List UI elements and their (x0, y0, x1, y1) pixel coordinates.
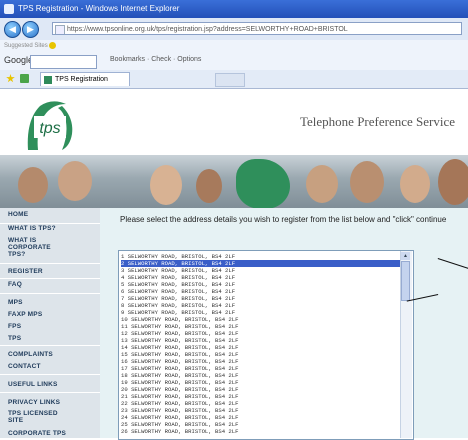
new-tab-button[interactable] (215, 73, 245, 87)
address-option[interactable]: 15 SELWORTHY ROAD, BRISTOL, BS4 2LF (121, 351, 403, 358)
address-option[interactable]: 19 SELWORTHY ROAD, BRISTOL, BS4 2LF (121, 379, 403, 386)
banner-logo-mark (236, 159, 290, 209)
nav-what-is-tps[interactable]: WHAT IS TPS? (8, 225, 56, 232)
links-bar: Suggested Sites (0, 40, 468, 52)
nav-mps[interactable]: MPS (8, 299, 23, 306)
instruction-text: Please select the address details you wi… (120, 215, 447, 224)
suggested-sites-link[interactable]: Suggested Sites (4, 43, 48, 49)
page-icon (55, 25, 65, 34)
tab-tps-registration[interactable]: TPS Registration (40, 72, 130, 86)
address-option[interactable]: 20 SELWORTHY ROAD, BRISTOL, BS4 2LF (121, 386, 403, 393)
address-select-list[interactable]: 1 SELWORTHY ROAD, BRISTOL, BS4 2LF 2 SELW… (118, 250, 414, 440)
url-input[interactable]: https://www.tpsonline.org.uk/tps/registr… (52, 22, 462, 35)
nav-faq[interactable]: FAQ (8, 281, 22, 288)
address-option[interactable]: 16 SELWORTHY ROAD, BRISTOL, BS4 2LF (121, 358, 403, 365)
banner-person (18, 167, 48, 203)
banner-person (400, 165, 430, 203)
nav-tps-licensed-site[interactable]: TPS LICENSED SITE (8, 410, 58, 424)
address-option[interactable]: 26 SELWORTHY ROAD, BRISTOL, BS4 2LF (121, 428, 403, 435)
address-option[interactable]: 2 SELWORTHY ROAD, BRISTOL, BS4 2LF (121, 260, 403, 267)
address-option[interactable]: 3 SELWORTHY ROAD, BRISTOL, BS4 2LF (121, 267, 403, 274)
url-text: https://www.tpsonline.org.uk/tps/registr… (67, 26, 348, 33)
banner-person (306, 165, 338, 203)
address-option[interactable]: 22 SELWORTHY ROAD, BRISTOL, BS4 2LF (121, 400, 403, 407)
nav-corporate-tps[interactable]: CORPORATE TPS (8, 430, 66, 437)
window-titlebar: TPS Registration - Windows Internet Expl… (0, 0, 468, 18)
nav-home[interactable]: HOME (8, 211, 28, 218)
nav-useful-links[interactable]: USEFUL LINKS (8, 381, 58, 388)
nav-what-is-corporate-tps[interactable]: WHAT IS CORPORATE TPS? (8, 237, 58, 258)
banner-person (150, 165, 182, 205)
address-option[interactable]: 4 SELWORTHY ROAD, BRISTOL, BS4 2LF (121, 274, 403, 281)
sidebar-nav: HOME WHAT IS TPS? WHAT IS CORPORATE TPS?… (0, 208, 100, 438)
address-option[interactable]: 25 SELWORTHY ROAD, BRISTOL, BS4 2LF (121, 421, 403, 428)
address-option[interactable]: 1 SELWORTHY ROAD, BRISTOL, BS4 2LF (121, 253, 403, 260)
nav-fps[interactable]: FPS (8, 323, 21, 330)
ie-icon (4, 3, 14, 14)
nav-complaints[interactable]: COMPLAINTS (8, 351, 53, 358)
banner-person (58, 161, 92, 201)
nav-privacy-links[interactable]: PRIVACY LINKS (8, 399, 60, 406)
banner-person (196, 169, 222, 203)
scrollbar-thumb[interactable] (401, 261, 410, 301)
address-option[interactable]: 12 SELWORTHY ROAD, BRISTOL, BS4 2LF (121, 330, 403, 337)
google-label: Google (4, 55, 34, 65)
tab-favicon (44, 76, 52, 84)
address-option[interactable]: 18 SELWORTHY ROAD, BRISTOL, BS4 2LF (121, 372, 403, 379)
address-option[interactable]: 9 SELWORTHY ROAD, BRISTOL, BS4 2LF (121, 309, 403, 316)
suggested-sites-icon (49, 41, 57, 49)
scroll-up-icon[interactable]: ▲ (401, 252, 410, 260)
address-option[interactable]: 7 SELWORTHY ROAD, BRISTOL, BS4 2LF (121, 295, 403, 302)
address-option[interactable]: 23 SELWORTHY ROAD, BRISTOL, BS4 2LF (121, 407, 403, 414)
banner-person (350, 161, 384, 203)
nav-register[interactable]: REGISTER (8, 268, 43, 275)
nav-contact[interactable]: CONTACT (8, 363, 41, 370)
header-banner (0, 155, 468, 213)
address-option[interactable]: 8 SELWORTHY ROAD, BRISTOL, BS4 2LF (121, 302, 403, 309)
address-option[interactable]: 10 SELWORTHY ROAD, BRISTOL, BS4 2LF (121, 316, 403, 323)
address-option[interactable]: 6 SELWORTHY ROAD, BRISTOL, BS4 2LF (121, 288, 403, 295)
address-option[interactable]: 24 SELWORTHY ROAD, BRISTOL, BS4 2LF (121, 414, 403, 421)
address-option[interactable]: 21 SELWORTHY ROAD, BRISTOL, BS4 2LF (121, 393, 403, 400)
address-option[interactable]: 13 SELWORTHY ROAD, BRISTOL, BS4 2LF (121, 337, 403, 344)
banner-person (438, 159, 468, 205)
site-title: Telephone Preference Service (300, 114, 456, 129)
back-icon[interactable]: ◀ (4, 21, 21, 38)
add-favorite-icon[interactable] (20, 74, 29, 83)
tps-logo: tps (27, 101, 73, 150)
forward-icon[interactable]: ▶ (22, 21, 39, 38)
google-toolbar-items[interactable]: Bookmarks · Check · Options (110, 56, 201, 63)
address-option[interactable]: 11 SELWORTHY ROAD, BRISTOL, BS4 2LF (121, 323, 403, 330)
nav-tps[interactable]: TPS (8, 335, 21, 342)
address-option[interactable]: 5 SELWORTHY ROAD, BRISTOL, BS4 2LF (121, 281, 403, 288)
google-search-input[interactable] (30, 55, 97, 69)
tab-title: TPS Registration (55, 76, 108, 83)
logo-text: tps (39, 120, 60, 137)
address-option[interactable]: 14 SELWORTHY ROAD, BRISTOL, BS4 2LF (121, 344, 403, 351)
window-title: TPS Registration - Windows Internet Expl… (18, 4, 180, 13)
address-option[interactable]: 17 SELWORTHY ROAD, BRISTOL, BS4 2LF (121, 365, 403, 372)
nav-faxp-mps[interactable]: FAXP MPS (8, 311, 42, 318)
